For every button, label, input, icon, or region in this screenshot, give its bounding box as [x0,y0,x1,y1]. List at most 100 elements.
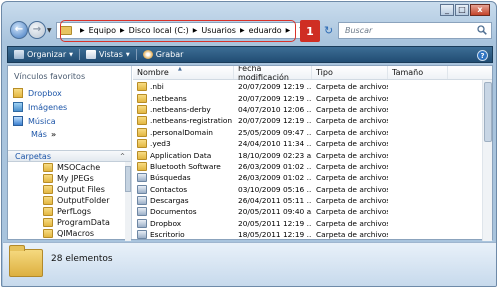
search-input[interactable]: Buscar [338,22,492,39]
cell-type: Carpeta de archivos [316,218,388,228]
cell-type: Carpeta de archivos [316,184,388,194]
table-row[interactable]: .netbeans 20/07/2009 12:19 ... Carpeta de … [133,92,492,103]
tree-item-label: QIMacros [57,229,95,238]
table-row[interactable]: Escritorio 18/05/2011 12:19 ... Carpeta de… [133,229,492,240]
cell-name: Contactos [133,184,234,194]
cell-name: Bluetooth Software [133,161,234,171]
cell-type: Carpeta de archivos [316,139,388,149]
minimize-button[interactable]: _ [440,4,454,16]
tree-item[interactable]: QIMacros [8,228,131,239]
cell-type: Carpeta de archivos [316,150,388,160]
breadcrumb-usuarios[interactable]: Usuarios [201,26,236,35]
cell-type: Carpeta de archivos [316,161,388,171]
cell-name: Application Data [133,150,234,160]
dropbox-icon [13,88,23,98]
file-list: ▲ Nombre Fecha modificación Tipo Tamaño … [133,66,492,241]
cell-date: 26/04/2011 05:11 ... [238,196,312,206]
column-header-type[interactable]: Tipo [312,66,388,79]
address-bar[interactable]: ▶ Equipo ▶ Disco local (C:) ▶ Usuarios ▶… [56,22,308,39]
file-name: .personalDomain [150,127,213,137]
views-button[interactable]: Vistas ▼ [80,47,136,62]
scrollbar-thumb[interactable] [125,166,131,192]
chevron-up-icon: ^ [119,152,125,160]
favorites-heading: Vínculos favoritos [14,72,86,81]
chevron-down-icon: ▼ [125,51,130,58]
refresh-icon[interactable]: ↻ [324,24,333,37]
tree-item[interactable]: MSOCache [8,162,131,173]
tree-item-label: OutputFolder [57,196,110,205]
table-row[interactable]: Application Data 18/10/2009 02:23 a... Car… [133,149,492,160]
file-name: .netbeans-derby [150,104,211,114]
tree-item[interactable]: OutputFolder [8,195,131,206]
tree-item[interactable]: Output Files [8,184,131,195]
search-icon[interactable] [477,25,487,35]
item-count: 28 elementos [51,254,113,264]
file-name: Documentos [150,207,197,217]
table-row[interactable]: Bluetooth Software 26/03/2009 01:02 ... Ca… [133,161,492,172]
table-row[interactable]: .netbeans-registration 20/07/2009 12:19 .… [133,115,492,126]
organize-label: Organizar [27,50,67,59]
close-button[interactable]: x [470,4,490,16]
maximize-button[interactable]: □ [455,4,469,16]
cell-type: Carpeta de archivos [316,82,388,92]
tree-item-label: Output Files [57,185,105,194]
tree-item[interactable]: PerfLogs [8,206,131,217]
table-row[interactable]: .yed3 24/04/2010 11:34 ... Carpeta de arch… [133,138,492,149]
table-row[interactable]: .personalDomain 25/05/2009 09:47 ... Carpe… [133,127,492,138]
favorite-imagenes[interactable]: Imágenes [13,100,128,114]
breadcrumb-disco-local[interactable]: Disco local (C:) [129,26,189,35]
folder-icon [137,116,147,126]
table-row[interactable]: Dropbox 20/05/2011 12:19 ... Carpeta de ar… [133,218,492,229]
scrollbar-thumb[interactable] [484,82,492,142]
tree-item[interactable]: ProgramData [8,217,131,228]
file-list-scrollbar[interactable] [482,80,492,241]
favorite-musica[interactable]: Música [13,114,128,128]
explorer-window: _ □ x ← → ▼ ▶ Equipo ▶ Disco local (C:) … [1,1,497,287]
cell-name: Búsquedas [133,173,234,183]
table-row[interactable]: .netbeans-derby 04/07/2010 12:06 ... Carpe… [133,104,492,115]
breadcrumb-eduardo[interactable]: eduardo [249,26,282,35]
table-row[interactable]: .nbi 20/07/2009 12:19 ... Carpeta de archi… [133,81,492,92]
back-button[interactable]: ← [10,21,28,39]
music-icon [13,116,23,126]
folder-tree-scrollbar[interactable] [125,162,131,241]
cell-date: 26/03/2009 01:02 ... [238,173,312,183]
help-icon[interactable]: ? [477,50,488,61]
breadcrumb-separator-icon[interactable]: ▶ [120,27,125,34]
column-headers: ▲ Nombre Fecha modificación Tipo Tamaño [133,66,492,82]
tree-item-label: My JPEGs [57,174,94,183]
breadcrumb-separator-icon[interactable]: ▶ [240,27,245,34]
favorites-list: Dropbox Imágenes Música Más » [13,86,128,141]
cell-name: .netbeans-derby [133,104,234,114]
table-row[interactable]: Contactos 03/10/2009 05:16 ... Carpeta de … [133,184,492,195]
navigation-row: ← → ▼ ▶ Equipo ▶ Disco local (C:) ▶ Usua… [6,20,494,42]
column-header-date[interactable]: Fecha modificación [234,66,312,82]
organize-icon [14,50,24,59]
table-row[interactable]: Búsquedas 26/03/2009 01:02 ... Carpeta de … [133,172,492,183]
breadcrumb-separator-icon[interactable]: ▶ [193,27,198,34]
column-header-name[interactable]: ▲ Nombre [133,66,234,79]
file-name: Escritorio [150,230,185,240]
breadcrumb-separator-icon[interactable]: ▶ [286,27,291,34]
table-row[interactable]: Documentos 20/05/2011 09:40 a... Carpeta d… [133,206,492,217]
cell-type: Carpeta de archivos [316,196,388,206]
sort-ascending-icon: ▲ [178,66,182,72]
column-header-size[interactable]: Tamaño [388,66,448,79]
forward-button[interactable]: → [28,21,46,39]
file-name: .netbeans-registration [150,116,233,126]
burn-button[interactable]: Grabar [137,47,190,62]
folder-icon [43,163,53,172]
more-favorites-link[interactable]: Más » [31,128,128,141]
cell-date: 25/05/2009 09:47 ... [238,127,312,137]
tree-item[interactable]: My JPEGs [8,173,131,184]
table-row[interactable]: Descargas 26/04/2011 05:11 ... Carpeta de … [133,195,492,206]
favorite-dropbox[interactable]: Dropbox [13,86,128,100]
organize-button[interactable]: Organizar ▼ [8,47,79,62]
search-placeholder: Buscar [345,26,373,35]
folders-toggle[interactable]: Carpetas ^ [8,150,131,162]
breadcrumb-separator-icon[interactable]: ▶ [80,27,85,34]
breadcrumb-equipo[interactable]: Equipo [89,26,116,35]
favorite-label: Música [28,116,56,126]
history-dropdown-icon[interactable]: ▼ [47,27,52,34]
navigation-pane: Vínculos favoritos Dropbox Imágenes Músi… [8,66,132,241]
